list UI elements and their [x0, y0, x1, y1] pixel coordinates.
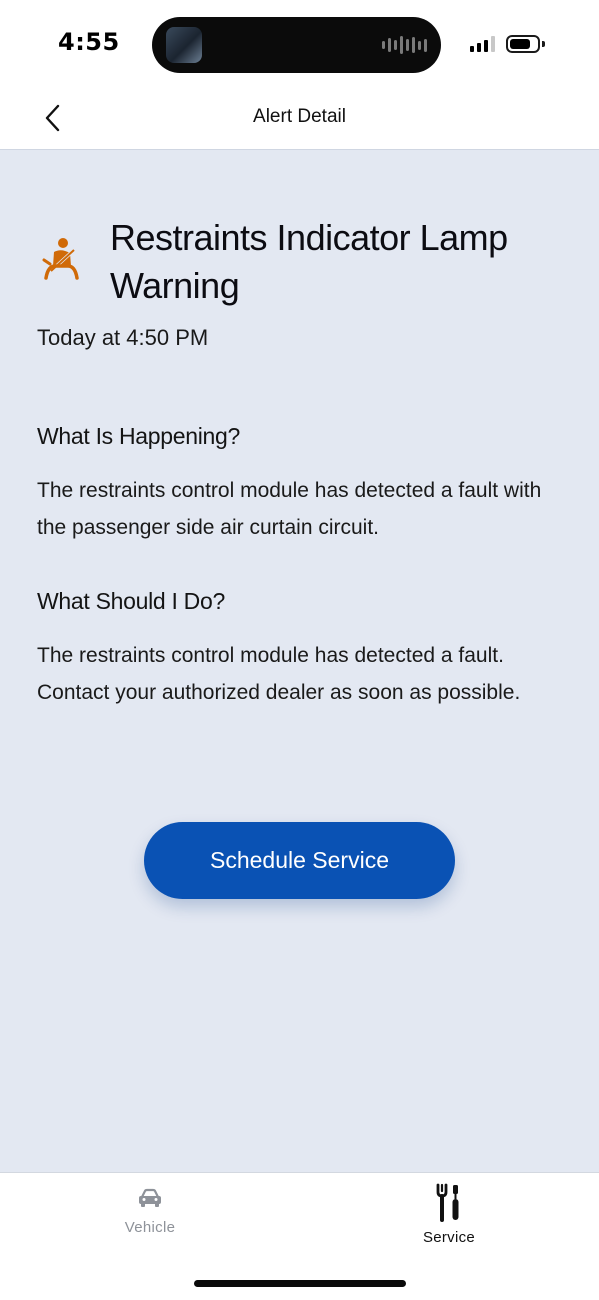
- tools-icon: [436, 1183, 459, 1222]
- section-body-what-is-happening: The restraints control module has detect…: [37, 479, 542, 539]
- nav-header: Alert Detail: [0, 88, 599, 150]
- battery-cap: [542, 41, 545, 47]
- alert-timestamp: Today at 4:50 PM: [37, 325, 209, 350]
- page-title: Alert Detail: [253, 106, 346, 127]
- now-playing-artwork: [166, 27, 202, 63]
- alert-title: Restraints Indicator Lamp Warning: [110, 217, 508, 306]
- cellular-signal-icon: [470, 36, 495, 52]
- seatbelt-warning-icon: [42, 238, 79, 280]
- status-time: 4:55: [58, 28, 120, 56]
- car-icon: [139, 1188, 161, 1207]
- tab-service-label: Service: [422, 1229, 476, 1246]
- tab-vehicle[interactable]: Vehicle: [90, 1183, 210, 1253]
- alert-detail-content: Restraints Indicator Lamp Warning Today …: [0, 150, 599, 1172]
- tab-service[interactable]: Service: [389, 1183, 509, 1253]
- status-bar: 4:55: [0, 0, 599, 88]
- dynamic-island[interactable]: [152, 17, 441, 73]
- battery-icon: [506, 35, 540, 53]
- section-heading-what-is-happening: What Is Happening?: [37, 423, 241, 449]
- tab-vehicle-label: Vehicle: [124, 1219, 176, 1236]
- audio-waveform-icon: [382, 35, 427, 55]
- bottom-tab-bar: Vehicle Service: [0, 1172, 599, 1300]
- schedule-service-button[interactable]: Schedule Service: [144, 822, 455, 899]
- section-body-what-should-i-do: The restraints control module has detect…: [37, 644, 521, 704]
- section-heading-what-should-i-do: What Should I Do?: [37, 588, 225, 614]
- home-indicator[interactable]: [194, 1280, 406, 1287]
